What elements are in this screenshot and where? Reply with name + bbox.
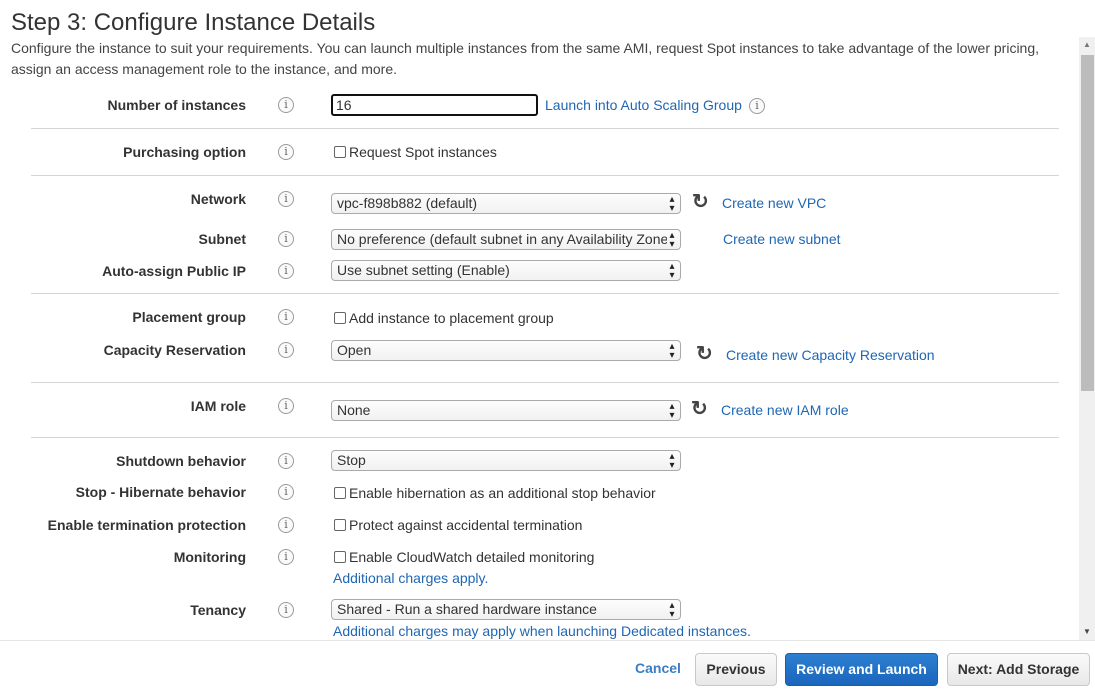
review-and-launch-button[interactable]: Review and Launch <box>785 653 938 686</box>
create-capacity-reservation-link[interactable]: Create new Capacity Reservation <box>726 347 935 363</box>
monitoring-label: Monitoring <box>173 549 246 565</box>
scrollbar-thumb[interactable] <box>1081 55 1094 391</box>
purchasing-option-label: Purchasing option <box>123 144 246 160</box>
termination-protection-label: Enable termination protection <box>47 517 246 533</box>
cancel-button[interactable]: Cancel <box>628 653 688 686</box>
tenancy-select[interactable]: Shared - Run a shared hardware instance … <box>331 599 681 620</box>
select-arrows-icon: ▴ ▾ <box>669 230 675 250</box>
create-vpc-link[interactable]: Create new VPC <box>722 195 826 211</box>
info-icon[interactable]: i <box>278 453 294 469</box>
info-icon[interactable]: i <box>278 484 294 500</box>
info-icon[interactable]: i <box>278 97 294 113</box>
scroll-down-icon[interactable]: ▼ <box>1079 624 1095 640</box>
placement-group-label: Placement group <box>132 309 246 325</box>
checkbox-box[interactable] <box>334 146 346 158</box>
tenancy-label: Tenancy <box>190 602 246 618</box>
divider <box>31 175 1059 176</box>
checkbox-box[interactable] <box>334 519 346 531</box>
select-arrows-icon: ▴ ▾ <box>669 341 675 361</box>
info-icon[interactable]: i <box>278 144 294 160</box>
network-select[interactable]: vpc-f898b882 (default) ▴ ▾ <box>331 193 681 214</box>
info-icon[interactable]: i <box>278 517 294 533</box>
refresh-icon[interactable]: ↻ <box>691 399 708 419</box>
vertical-scrollbar[interactable]: ▲ ▼ <box>1079 37 1095 640</box>
placement-group-checkbox[interactable]: Add instance to placement group <box>334 310 554 326</box>
page-title: Step 3: Configure Instance Details <box>11 9 376 36</box>
create-subnet-link[interactable]: Create new subnet <box>723 231 841 247</box>
termination-protection-checkbox[interactable]: Protect against accidental termination <box>334 517 582 533</box>
page-description: Configure the instance to suit your requ… <box>11 40 1040 77</box>
checkbox-box[interactable] <box>334 312 346 324</box>
checkbox-box[interactable] <box>334 487 346 499</box>
info-icon[interactable]: i <box>278 309 294 325</box>
shutdown-behavior-select[interactable]: Stop ▴ ▾ <box>331 450 681 471</box>
select-arrows-icon: ▴ ▾ <box>669 194 675 214</box>
info-icon[interactable]: i <box>278 342 294 358</box>
divider <box>31 437 1059 438</box>
dedicated-charges-link[interactable]: Additional charges may apply when launch… <box>333 623 751 639</box>
info-icon[interactable]: i <box>278 191 294 207</box>
refresh-icon[interactable]: ↻ <box>696 344 713 364</box>
auto-assign-ip-label: Auto-assign Public IP <box>102 263 246 279</box>
info-icon[interactable]: i <box>278 263 294 279</box>
network-label: Network <box>190 191 246 207</box>
launch-auto-scaling-link[interactable]: Launch into Auto Scaling Group <box>545 97 742 113</box>
hibernate-behavior-label: Stop - Hibernate behavior <box>75 484 246 500</box>
select-arrows-icon: ▴ ▾ <box>669 261 675 281</box>
select-arrows-icon: ▴ ▾ <box>669 401 675 421</box>
capacity-reservation-label: Capacity Reservation <box>103 342 246 358</box>
previous-button[interactable]: Previous <box>695 653 777 686</box>
subnet-label: Subnet <box>198 231 246 247</box>
form-scroll-area: Step 3: Configure Instance Details Confi… <box>0 0 1078 640</box>
info-icon[interactable]: i <box>749 98 765 114</box>
info-icon[interactable]: i <box>278 602 294 618</box>
auto-assign-ip-select[interactable]: Use subnet setting (Enable) ▴ ▾ <box>331 260 681 281</box>
request-spot-checkbox[interactable]: Request Spot instances <box>334 144 497 160</box>
info-icon[interactable]: i <box>278 231 294 247</box>
checkbox-box[interactable] <box>334 551 346 563</box>
footer-divider <box>0 640 1095 641</box>
number-of-instances-input[interactable] <box>331 94 538 116</box>
shutdown-behavior-label: Shutdown behavior <box>116 453 246 469</box>
additional-charges-link[interactable]: Additional charges apply. <box>333 570 488 586</box>
create-iam-role-link[interactable]: Create new IAM role <box>721 402 849 418</box>
next-add-storage-button[interactable]: Next: Add Storage <box>947 653 1090 686</box>
select-arrows-icon: ▴ ▾ <box>669 600 675 620</box>
scroll-up-icon[interactable]: ▲ <box>1079 37 1095 53</box>
info-icon[interactable]: i <box>278 398 294 414</box>
subnet-select[interactable]: No preference (default subnet in any Ava… <box>331 229 681 250</box>
divider <box>31 293 1059 294</box>
select-arrows-icon: ▴ ▾ <box>669 451 675 471</box>
refresh-icon[interactable]: ↻ <box>692 192 709 212</box>
cloudwatch-monitoring-checkbox[interactable]: Enable CloudWatch detailed monitoring <box>334 549 594 565</box>
enable-hibernation-checkbox[interactable]: Enable hibernation as an additional stop… <box>334 485 656 501</box>
divider <box>31 128 1059 129</box>
iam-role-label: IAM role <box>190 398 246 414</box>
iam-role-select[interactable]: None ▴ ▾ <box>331 400 681 421</box>
capacity-reservation-select[interactable]: Open ▴ ▾ <box>331 340 681 361</box>
number-of-instances-label: Number of instances <box>107 97 246 113</box>
info-icon[interactable]: i <box>278 549 294 565</box>
divider <box>31 382 1059 383</box>
